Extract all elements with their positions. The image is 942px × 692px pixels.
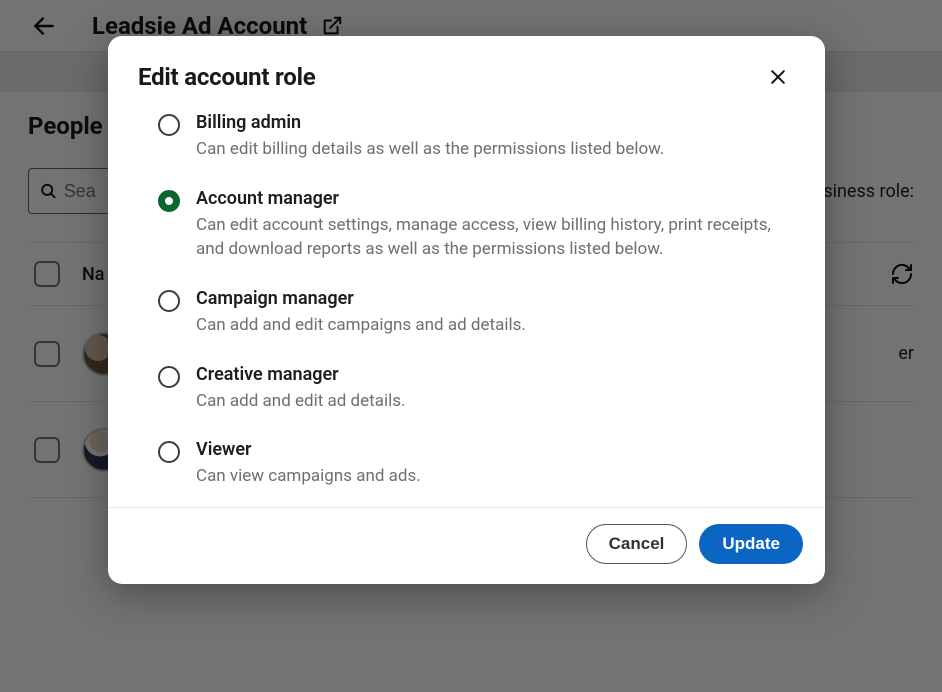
role-option-account-manager[interactable]: Account manager Can edit account setting… [158, 188, 795, 262]
role-option-viewer[interactable]: Viewer Can view campaigns and ads. [158, 439, 795, 489]
role-option-label: Campaign manager [196, 288, 795, 309]
edit-role-modal: Edit account role Billing admin Can edit… [108, 36, 825, 584]
role-option-campaign-manager[interactable]: Campaign manager Can add and edit campai… [158, 288, 795, 338]
role-option-desc: Can add and edit campaigns and ad detail… [196, 313, 795, 338]
radio-icon [158, 366, 180, 388]
role-option-label: Billing admin [196, 112, 795, 133]
role-option-desc: Can edit billing details as well as the … [196, 137, 795, 162]
role-option-label: Account manager [196, 188, 795, 209]
close-icon [768, 67, 788, 87]
role-option-creative-manager[interactable]: Creative manager Can add and edit ad det… [158, 364, 795, 414]
modal-title: Edit account role [138, 63, 316, 91]
update-button[interactable]: Update [699, 524, 803, 564]
role-option-label: Creative manager [196, 364, 795, 385]
role-option-billing-admin[interactable]: Billing admin Can edit billing details a… [158, 112, 795, 162]
radio-icon [158, 190, 180, 212]
role-option-desc: Can edit account settings, manage access… [196, 213, 795, 262]
radio-icon [158, 290, 180, 312]
role-option-desc: Can view campaigns and ads. [196, 464, 795, 489]
cancel-button[interactable]: Cancel [586, 524, 688, 564]
close-button[interactable] [761, 60, 795, 94]
role-option-desc: Can add and edit ad details. [196, 389, 795, 414]
role-option-label: Viewer [196, 439, 795, 460]
radio-icon [158, 114, 180, 136]
radio-icon [158, 441, 180, 463]
